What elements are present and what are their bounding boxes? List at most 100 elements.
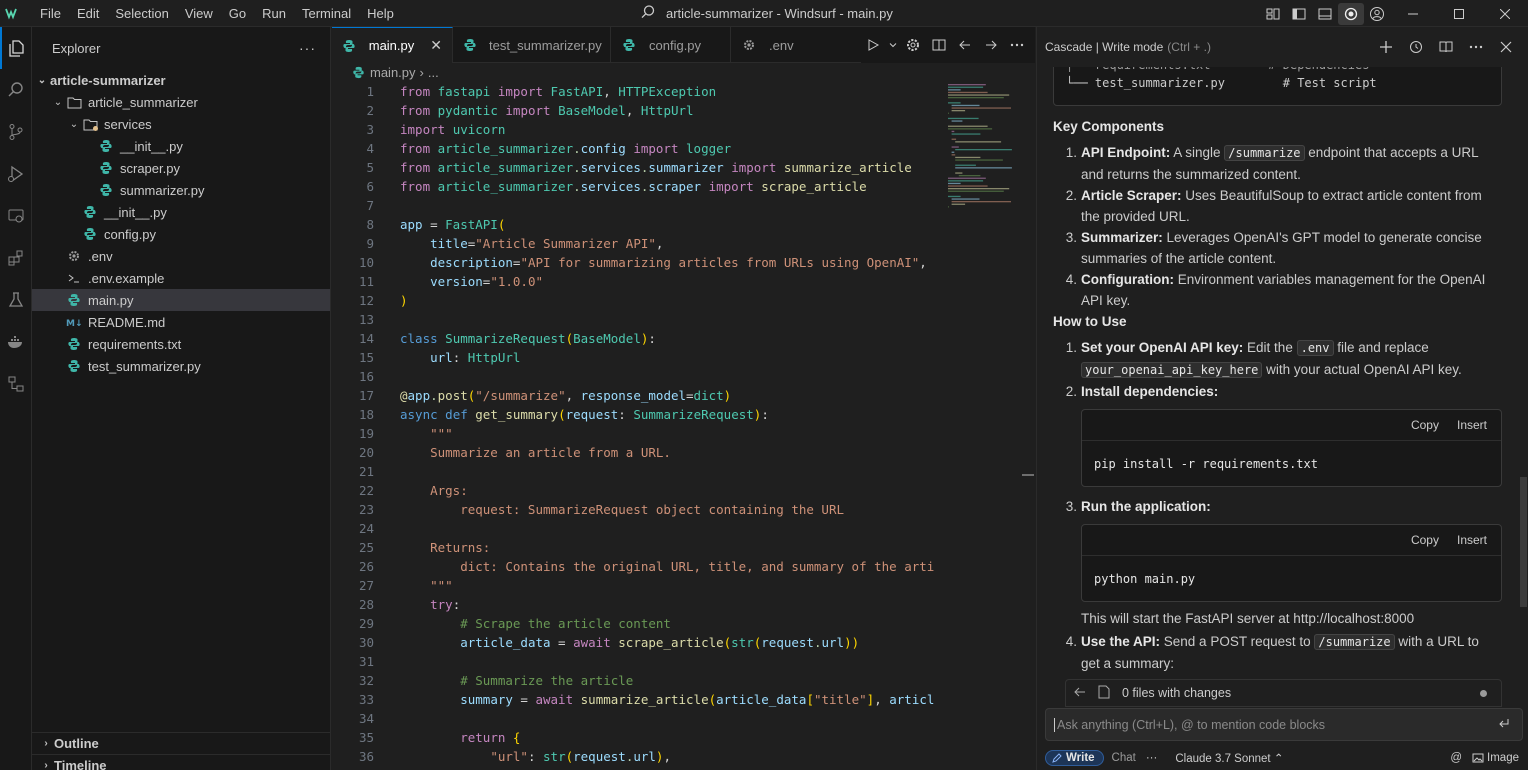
code-line[interactable]: 30 article_data = await scrape_article(s… xyxy=(332,633,942,652)
code-line[interactable]: 28 try: xyxy=(332,595,942,614)
chevron-down-icon[interactable] xyxy=(887,33,899,57)
menu-selection[interactable]: Selection xyxy=(107,0,176,27)
code-line[interactable]: 2 from pydantic import BaseModel, HttpUrl xyxy=(332,101,942,120)
write-mode-button[interactable]: Write xyxy=(1045,750,1104,766)
arrow-left-icon[interactable] xyxy=(1074,686,1086,701)
tree-file[interactable]: summarizer.py xyxy=(32,179,330,201)
mention-icon[interactable]: @ xyxy=(1450,752,1462,764)
tree-folder[interactable]: ⌄ services xyxy=(32,113,330,135)
code-line[interactable]: 33 summary = await summarize_article(art… xyxy=(332,690,942,709)
code-line[interactable]: 36 "url": str(request.url), xyxy=(332,747,942,766)
toggle-cascade-icon[interactable] xyxy=(1338,2,1364,25)
search-icon[interactable] xyxy=(0,69,32,111)
tree-file[interactable]: main.py xyxy=(32,289,330,311)
code-line[interactable]: 29 # Scrape the article content xyxy=(332,614,942,633)
insert-button[interactable]: Insert xyxy=(1457,418,1487,432)
more-options-button[interactable]: ··· xyxy=(1146,752,1158,764)
toggle-panel-icon[interactable] xyxy=(1312,3,1338,25)
code-line[interactable]: 9 title="Article Summarizer API", xyxy=(332,234,942,253)
menu-go[interactable]: Go xyxy=(221,0,254,27)
tree-file[interactable]: config.py xyxy=(32,223,330,245)
menu-view[interactable]: View xyxy=(177,0,221,27)
go-forward-icon[interactable] xyxy=(979,33,1003,57)
extensions-icon[interactable] xyxy=(0,237,32,279)
code-line[interactable]: 10 description="API for summarizing arti… xyxy=(332,253,942,272)
tree-folder[interactable]: ⌄ article_summarizer xyxy=(32,91,330,113)
close-icon[interactable] xyxy=(1494,35,1518,59)
tree-file[interactable]: .env xyxy=(32,245,330,267)
docker-icon[interactable] xyxy=(0,321,32,363)
code-line[interactable]: 16 xyxy=(332,367,942,386)
cascade-scrollbar[interactable] xyxy=(1519,67,1527,679)
more-actions-icon[interactable]: ··· xyxy=(299,40,316,56)
outline-section[interactable]: › Outline xyxy=(32,732,331,754)
breadcrumb-symbol[interactable]: ... xyxy=(428,65,439,80)
account-icon[interactable] xyxy=(1364,3,1390,25)
code-line[interactable]: 31 xyxy=(332,652,942,671)
go-back-icon[interactable] xyxy=(953,33,977,57)
explorer-icon[interactable] xyxy=(0,27,32,69)
source-control-icon[interactable] xyxy=(0,111,32,153)
scrollbar-thumb[interactable] xyxy=(1520,477,1527,607)
tree-file[interactable]: M↓ README.md xyxy=(32,311,330,333)
tree-file[interactable]: test_summarizer.py xyxy=(32,355,330,377)
menu-run[interactable]: Run xyxy=(254,0,294,27)
code-line[interactable]: 12) xyxy=(332,291,942,310)
split-editor-icon[interactable] xyxy=(927,33,951,57)
code-line[interactable]: 24 xyxy=(332,519,942,538)
code-line[interactable]: 18 async def get_summary(request: Summari… xyxy=(332,405,942,424)
code-editor[interactable]: 1 from fastapi import FastAPI, HTTPExcept… xyxy=(332,82,942,770)
code-line[interactable]: 14 class SummarizeRequest(BaseModel): xyxy=(332,329,942,348)
run-debug-icon[interactable] xyxy=(0,153,32,195)
more-actions-icon[interactable] xyxy=(1464,35,1488,59)
tab-config[interactable]: config.py xyxy=(611,27,731,63)
menu-file[interactable]: File xyxy=(32,0,69,27)
code-line[interactable]: 6 from article_summarizer.services.scrape… xyxy=(332,177,942,196)
history-icon[interactable] xyxy=(1404,35,1428,59)
tree-file[interactable]: .env.example xyxy=(32,267,330,289)
code-line[interactable]: 35 return { xyxy=(332,728,942,747)
code-line[interactable]: 26 dict: Contains the original URL, titl… xyxy=(332,557,942,576)
close-icon[interactable]: ✕ xyxy=(430,37,442,54)
minimize-button[interactable] xyxy=(1390,0,1436,27)
model-selector[interactable]: Claude 3.7 Sonnet ⌃ xyxy=(1175,751,1283,765)
add-icon[interactable] xyxy=(1374,35,1398,59)
book-icon[interactable] xyxy=(1434,35,1458,59)
code-line[interactable]: 11 version="1.0.0" xyxy=(332,272,942,291)
more-actions-icon[interactable] xyxy=(1005,33,1029,57)
toggle-primary-sidebar-icon[interactable] xyxy=(1286,3,1312,25)
copy-button[interactable]: Copy xyxy=(1411,533,1439,547)
tab-main-py[interactable]: main.py ✕ xyxy=(332,27,453,63)
close-button[interactable] xyxy=(1482,0,1528,27)
tree-file[interactable]: __init__.py xyxy=(32,201,330,223)
cascade-input[interactable]: Ask anything (Ctrl+L), @ to mention code… xyxy=(1045,708,1523,741)
code-line[interactable]: 3 import uvicorn xyxy=(332,120,942,139)
insert-button[interactable]: Insert xyxy=(1457,533,1487,547)
code-line[interactable]: 23 request: SummarizeRequest object cont… xyxy=(332,500,942,519)
minimap[interactable] xyxy=(944,82,1034,222)
code-line[interactable]: 22 Args: xyxy=(332,481,942,500)
timeline-section[interactable]: › Timeline xyxy=(32,754,331,770)
tree-file[interactable]: scraper.py xyxy=(32,157,330,179)
tree-root-folder[interactable]: ⌄ article-summarizer xyxy=(32,69,330,91)
tree-file[interactable]: requirements.txt xyxy=(32,333,330,355)
code-line[interactable]: 25 Returns: xyxy=(332,538,942,557)
menu-help[interactable]: Help xyxy=(359,0,402,27)
tab-env[interactable]: .env xyxy=(731,27,841,63)
tab-test-summarizer[interactable]: test_summarizer.py xyxy=(453,27,611,63)
code-line[interactable]: 13 xyxy=(332,310,942,329)
enter-icon[interactable] xyxy=(1498,717,1510,732)
code-line[interactable]: 15 url: HttpUrl xyxy=(332,348,942,367)
menu-terminal[interactable]: Terminal xyxy=(294,0,359,27)
code-line[interactable]: 34 xyxy=(332,709,942,728)
code-line[interactable]: 1 from fastapi import FastAPI, HTTPExcept… xyxy=(332,82,942,101)
breadcrumb-file[interactable]: main.py xyxy=(370,65,416,80)
code-line[interactable]: 27 """ xyxy=(332,576,942,595)
customize-layout-icon[interactable] xyxy=(1260,3,1286,25)
command-center[interactable]: article-summarizer - Windsurf - main.py xyxy=(640,0,893,27)
run-icon[interactable] xyxy=(861,33,885,57)
chat-mode-button[interactable]: Chat xyxy=(1112,752,1136,764)
gear-icon[interactable] xyxy=(901,33,925,57)
code-line[interactable]: 32 # Summarize the article xyxy=(332,671,942,690)
code-line[interactable]: 19 """ xyxy=(332,424,942,443)
